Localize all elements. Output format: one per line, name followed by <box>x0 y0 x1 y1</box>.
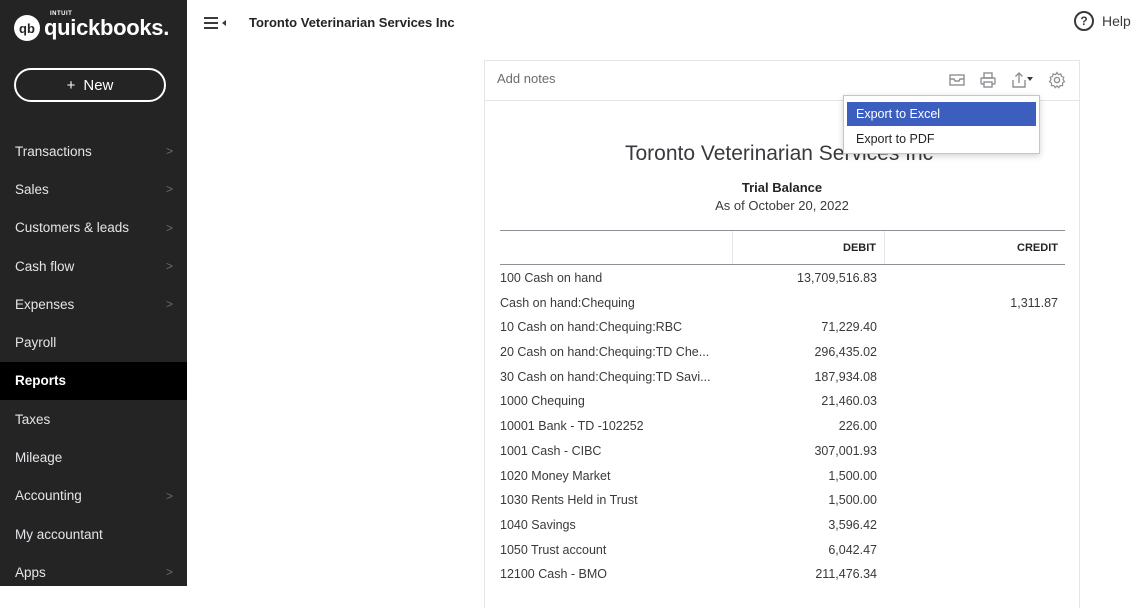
sidebar-item-label: Sales <box>15 181 49 197</box>
account-cell[interactable]: 1000 Chequing <box>500 394 585 408</box>
chevron-right-icon: > <box>165 220 173 235</box>
sidebar-item-label: My accountant <box>15 526 103 542</box>
sidebar-nav: Transactions > Sales > Customers & leads > Cas… <box>0 132 187 592</box>
report-date: As of October 20, 2022 <box>715 198 849 213</box>
account-cell[interactable]: 1001 Cash - CIBC <box>500 444 601 458</box>
debit-cell: 296,435.02 <box>814 345 877 360</box>
sidebar-item-label: Reports <box>15 373 67 389</box>
report-title: Trial Balance <box>741 180 823 195</box>
table-row[interactable]: 30 Cash on hand:Chequing:TD Savi... 187,9… <box>500 365 1065 390</box>
sidebar-item-my-accountant[interactable]: My accountant <box>0 515 187 553</box>
table-row[interactable]: 10001 Bank - TD -102252 226.00 <box>500 414 1065 439</box>
table-row[interactable]: Cash on hand:Chequing 1,311.87 <box>500 291 1065 316</box>
debit-cell: 13,709,516.83 <box>797 271 877 285</box>
company-name: Toronto Veterinarian Services Inc <box>249 15 455 30</box>
account-cell[interactable]: 100 Cash on hand <box>500 271 602 285</box>
account-cell[interactable]: 30 Cash on hand:Chequing:TD Savi... <box>500 370 711 384</box>
column-header-credit[interactable]: CREDIT <box>885 231 1065 264</box>
table-row[interactable]: 12100 Cash - BMO 211,476.34 <box>500 562 1065 587</box>
export-menu: Export to Excel Export to PDF <box>843 95 1040 154</box>
chevron-right-icon: > <box>165 565 173 580</box>
account-cell[interactable]: 1020 Money Market <box>500 469 610 483</box>
debit-cell: 21,460.03 <box>821 394 877 409</box>
sidebar-item-expenses[interactable]: Expenses > <box>0 285 187 323</box>
chevron-right-icon: > <box>165 488 173 503</box>
email-icon[interactable] <box>948 71 966 89</box>
debit-cell: 211,476.34 <box>815 567 877 582</box>
debit-cell: 1,500.00 <box>828 493 877 508</box>
add-notes-link[interactable]: Add notes <box>497 71 556 86</box>
table-row[interactable]: 1050 Trust account 6,042.47 <box>500 538 1065 563</box>
account-cell[interactable]: 20 Cash on hand:Chequing:TD Che... <box>500 345 709 359</box>
logo-wordmark: INTUIT quickbooks. <box>44 11 170 41</box>
account-cell[interactable]: 1050 Trust account <box>500 543 606 557</box>
sidebar-item-label: Accounting <box>15 488 82 504</box>
export-to-pdf-option[interactable]: Export to PDF <box>847 127 1036 151</box>
settings-gear-icon[interactable] <box>1048 71 1066 89</box>
debit-cell: 226.00 <box>838 419 877 434</box>
account-cell[interactable]: 1030 Rents Held in Trust <box>500 493 638 507</box>
sidebar-item-customers-leads[interactable]: Customers & leads > <box>0 209 187 247</box>
sidebar: qb INTUIT quickbooks. + New Transactions… <box>0 0 187 586</box>
debit-cell: 1,500.00 <box>828 468 877 483</box>
sidebar-item-mileage[interactable]: Mileage <box>0 438 187 476</box>
sidebar-item-label: Apps <box>15 564 46 580</box>
table-row[interactable]: 1001 Cash - CIBC 307,001.93 <box>500 439 1065 464</box>
table-row[interactable]: 20 Cash on hand:Chequing:TD Che... 296,43… <box>500 340 1065 365</box>
chevron-right-icon: > <box>165 144 173 159</box>
sidebar-item-sales[interactable]: Sales > <box>0 170 187 208</box>
table-row[interactable]: 1030 Rents Held in Trust 1,500.00 <box>500 488 1065 513</box>
sidebar-item-accounting[interactable]: Accounting > <box>0 477 187 515</box>
help-label: Help <box>1102 13 1131 29</box>
sidebar-item-label: Mileage <box>15 450 63 466</box>
sidebar-item-apps[interactable]: Apps > <box>0 553 187 591</box>
export-to-excel-option[interactable]: Export to Excel <box>847 102 1036 126</box>
chevron-right-icon: > <box>165 297 173 312</box>
sidebar-item-payroll[interactable]: Payroll <box>0 323 187 361</box>
account-cell[interactable]: 1040 Savings <box>500 518 576 532</box>
help-button[interactable]: ? Help <box>1074 11 1131 31</box>
table-row[interactable]: 1040 Savings 3,596.42 <box>500 513 1065 538</box>
sidebar-item-label: Cash flow <box>15 258 75 274</box>
new-button[interactable]: + New <box>14 68 166 102</box>
sidebar-item-label: Expenses <box>15 296 75 312</box>
print-icon[interactable] <box>979 71 997 89</box>
chevron-right-icon: > <box>165 259 173 274</box>
account-cell[interactable]: Cash on hand:Chequing <box>500 296 635 310</box>
sidebar-item-reports[interactable]: Reports <box>0 361 187 401</box>
account-cell[interactable]: 12100 Cash - BMO <box>500 567 607 581</box>
sidebar-item-label: Payroll <box>15 335 57 351</box>
table-row[interactable]: 1000 Chequing 21,460.03 <box>500 389 1065 414</box>
menu-toggle-icon[interactable] <box>204 16 226 30</box>
export-icon[interactable] <box>1010 71 1034 89</box>
help-icon: ? <box>1074 11 1094 31</box>
debit-cell: 187,934.08 <box>814 369 877 384</box>
chevron-right-icon: > <box>165 182 173 197</box>
table-body: 100 Cash on hand 13,709,516.83 Cash on han… <box>500 266 1065 587</box>
plus-icon: + <box>66 76 76 94</box>
table-row[interactable]: 10 Cash on hand:Chequing:RBC 71,229.40 <box>500 315 1065 340</box>
qb-logo-icon: qb <box>14 15 40 41</box>
column-header-debit[interactable]: DEBIT <box>732 231 885 264</box>
sidebar-item-transactions[interactable]: Transactions > <box>0 132 187 170</box>
sidebar-item-label: Taxes <box>15 411 51 427</box>
table-row[interactable]: 100 Cash on hand 13,709,516.83 <box>500 266 1065 291</box>
account-cell[interactable]: 10001 Bank - TD -102252 <box>500 419 644 433</box>
sidebar-item-label: Customers & leads <box>15 220 130 236</box>
logo-text: quickbooks. <box>44 15 170 40</box>
new-button-label: New <box>83 76 114 94</box>
debit-cell: 307,001.93 <box>814 443 877 458</box>
account-cell[interactable]: 10 Cash on hand:Chequing:RBC <box>500 320 682 334</box>
sidebar-item-cash-flow[interactable]: Cash flow > <box>0 247 187 285</box>
debit-cell: 71,229.40 <box>821 320 877 335</box>
sidebar-item-label: Transactions <box>15 143 92 159</box>
debit-cell: 6,042.47 <box>828 542 877 557</box>
credit-cell: 1,311.87 <box>1010 295 1058 310</box>
table-header: DEBIT CREDIT <box>500 230 1065 265</box>
debit-cell: 3,596.42 <box>828 517 877 532</box>
table-row[interactable]: 1020 Money Market 1,500.00 <box>500 464 1065 489</box>
sidebar-item-taxes[interactable]: Taxes <box>0 400 187 438</box>
logo-intuit-label: INTUIT <box>50 11 73 17</box>
quickbooks-logo[interactable]: qb INTUIT quickbooks. <box>14 11 170 43</box>
